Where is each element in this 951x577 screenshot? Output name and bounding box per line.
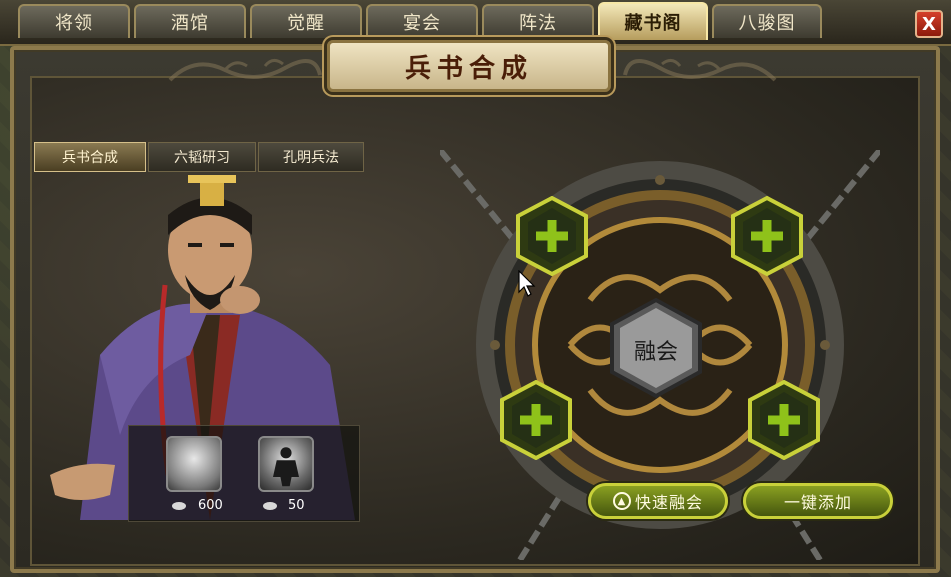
one-click-add-label: 一键添加 bbox=[783, 493, 852, 512]
tab-tavern[interactable]: 酒馆 bbox=[134, 4, 246, 38]
tab-banquet[interactable]: 宴会 bbox=[366, 4, 478, 38]
tab-awaken[interactable]: 觉醒 bbox=[250, 4, 362, 38]
silver-coin-icon-2 bbox=[263, 502, 277, 510]
panel-title-plate: 兵书合成 bbox=[327, 40, 611, 92]
add-slot-top-right-button[interactable] bbox=[731, 196, 803, 276]
silver-scroll-icon[interactable] bbox=[166, 436, 222, 492]
up-arrow-icon: ▲ bbox=[612, 492, 631, 510]
add-slot-bottom-left-button[interactable] bbox=[500, 380, 572, 460]
dragon-ornament-right-icon bbox=[623, 59, 777, 82]
panel-title: 兵书合成 bbox=[404, 53, 533, 84]
one-click-add-button[interactable]: 一键添加 bbox=[743, 483, 893, 519]
mouse-cursor-icon bbox=[518, 270, 536, 297]
subtab-kongming-tactics[interactable]: 孔明兵法 bbox=[258, 142, 364, 172]
subtab-book-synthesis[interactable]: 兵书合成 bbox=[34, 142, 146, 172]
tab-formation[interactable]: 阵法 bbox=[482, 4, 594, 38]
item-count-scroll: 600 bbox=[198, 498, 223, 513]
tab-eight-steeds[interactable]: 八骏图 bbox=[712, 4, 822, 38]
silhouette-figure-icon bbox=[273, 447, 299, 487]
quick-fuse-button[interactable]: ▲ 快速融会 bbox=[588, 483, 728, 519]
silver-coin-icon bbox=[172, 502, 186, 510]
silhouette-token-icon[interactable] bbox=[258, 436, 314, 492]
resource-panel bbox=[128, 425, 360, 522]
quick-fuse-label: 快速融会 bbox=[634, 493, 703, 512]
tab-library[interactable]: 藏书阁 bbox=[598, 2, 708, 40]
tab-generals[interactable]: 将领 bbox=[18, 4, 130, 38]
fuse-label: 融会 bbox=[633, 340, 678, 365]
dragon-ornament-left-icon bbox=[168, 59, 322, 82]
game-screen: 将领 酒馆 觉醒 宴会 阵法 藏书阁 八骏图 X 兵书合成 兵书合成 六韬研习 … bbox=[0, 0, 951, 577]
subtab-liutao-study[interactable]: 六韬研习 bbox=[148, 142, 256, 172]
close-button[interactable]: X bbox=[915, 10, 943, 38]
fuse-button[interactable]: 融会 bbox=[610, 298, 702, 398]
add-slot-bottom-right-button[interactable] bbox=[748, 380, 820, 460]
item-count-token: 50 bbox=[288, 498, 305, 513]
add-slot-top-left-button[interactable] bbox=[516, 196, 588, 276]
